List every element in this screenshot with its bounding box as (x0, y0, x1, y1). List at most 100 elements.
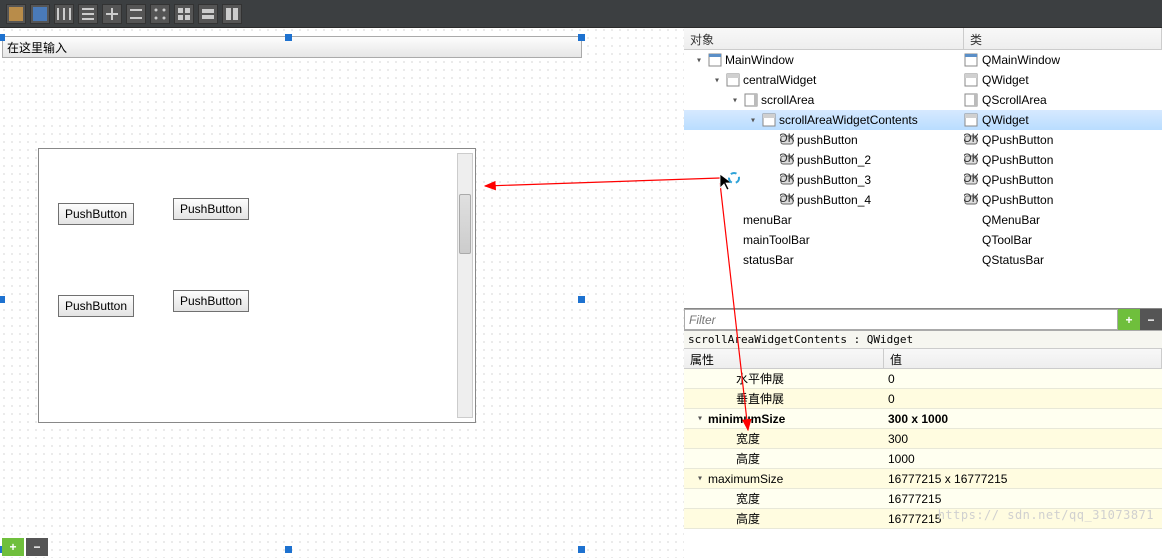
property-editor: + − scrollAreaWidgetContents : QWidget 属… (684, 308, 1162, 558)
tree-row-centralWidget[interactable]: ▾centralWidgetQWidget (684, 70, 1162, 90)
property-name-label: minimumSize (708, 412, 785, 426)
scrollbar-thumb[interactable] (459, 194, 471, 254)
toolbar-button-9[interactable] (198, 4, 218, 24)
tree-row-pushButton_2[interactable]: OKpushButton_2OKQPushButton (684, 150, 1162, 170)
class-name-label: QWidget (982, 113, 1029, 127)
class-icon: OK (964, 153, 978, 167)
property-value-cell[interactable]: 16777215 x 16777215 (884, 472, 1162, 486)
property-value-cell[interactable]: 16777215 (884, 492, 1162, 506)
filter-row: + − (684, 309, 1162, 331)
property-row[interactable]: 水平伸展 0 (684, 369, 1162, 389)
svg-text:OK: OK (964, 193, 978, 205)
add-property-button[interactable]: + (1118, 309, 1140, 330)
property-row[interactable]: ▾maximumSize 16777215 x 16777215 (684, 469, 1162, 489)
property-value-cell[interactable]: 0 (884, 392, 1162, 406)
tree-row-MainWindow[interactable]: ▾MainWindowQMainWindow (684, 50, 1162, 70)
vertical-scrollbar[interactable] (457, 153, 473, 418)
toolbar-button-7[interactable] (150, 4, 170, 24)
selection-handle[interactable] (285, 546, 292, 553)
property-value-cell[interactable]: 300 x 1000 (884, 412, 1162, 426)
svg-text:OK: OK (780, 153, 794, 165)
expander-icon[interactable]: ▾ (729, 95, 741, 106)
property-expander-icon[interactable]: ▾ (694, 473, 706, 484)
svg-text:OK: OK (780, 173, 794, 185)
form-designer-canvas[interactable]: 在这里输入 PushButton PushButton PushButton P… (0, 28, 684, 558)
bottom-add-button[interactable]: + (2, 538, 24, 556)
class-name-label: QPushButton (982, 133, 1053, 147)
property-expander-icon[interactable]: ▾ (694, 413, 706, 424)
object-tree[interactable]: ▾MainWindowQMainWindow▾centralWidgetQWid… (684, 50, 1162, 310)
property-value-cell[interactable]: 16777215 (884, 512, 1162, 526)
tree-row-statusBar[interactable]: statusBarQStatusBar (684, 250, 1162, 270)
remove-property-button[interactable]: − (1140, 309, 1162, 330)
class-name-label: QPushButton (982, 193, 1053, 207)
selection-handle[interactable] (578, 546, 585, 553)
tree-row-menuBar[interactable]: menuBarQMenuBar (684, 210, 1162, 230)
property-value-cell[interactable]: 1000 (884, 452, 1162, 466)
object-name-label: statusBar (743, 253, 794, 267)
selection-handle[interactable] (285, 34, 292, 41)
toolbar-button-2[interactable] (30, 4, 50, 24)
class-icon (964, 213, 978, 227)
property-row[interactable]: 宽度 300 (684, 429, 1162, 449)
property-row[interactable]: 宽度16777215 (684, 489, 1162, 509)
class-icon (964, 93, 978, 107)
svg-text:OK: OK (964, 153, 978, 165)
toolbar-button-10[interactable] (222, 4, 242, 24)
tree-row-pushButton_3[interactable]: OKpushButton_3OKQPushButton (684, 170, 1162, 190)
push-button-4[interactable]: PushButton (173, 290, 249, 312)
property-value-cell[interactable]: 0 (884, 372, 1162, 386)
object-icon (744, 93, 758, 107)
property-name-label: maximumSize (708, 472, 783, 486)
property-value-cell[interactable]: 300 (884, 432, 1162, 446)
property-name-label: 高度 (736, 510, 760, 527)
push-button-1[interactable]: PushButton (58, 203, 134, 225)
toolbar-button-3[interactable] (54, 4, 74, 24)
scroll-area-contents[interactable]: PushButton PushButton PushButton PushBut… (43, 153, 453, 418)
property-name-label: 水平伸展 (736, 370, 784, 387)
class-icon: OK (964, 133, 978, 147)
expander-icon[interactable]: ▾ (693, 55, 705, 66)
tree-header-class: 类 (964, 28, 1162, 49)
selection-handle[interactable] (578, 296, 585, 303)
toolbar-button-8[interactable] (174, 4, 194, 24)
cursor-busy-icon (718, 172, 740, 194)
class-icon (964, 113, 978, 127)
property-row[interactable]: ▾minimumSize 300 x 1000 (684, 409, 1162, 429)
filter-input[interactable] (684, 309, 1118, 330)
class-icon (964, 53, 978, 67)
push-button-3[interactable]: PushButton (58, 295, 134, 317)
toolbar-button-5[interactable] (102, 4, 122, 24)
selection-handle[interactable] (578, 34, 585, 41)
selection-handle[interactable] (0, 296, 5, 303)
toolbar-button-1[interactable] (6, 4, 26, 24)
selection-handle[interactable] (0, 34, 5, 41)
class-name-label: QWidget (982, 73, 1029, 87)
property-header: 属性 值 (684, 349, 1162, 369)
object-name-label: MainWindow (725, 53, 794, 67)
toolbar-button-6[interactable] (126, 4, 146, 24)
window-title-input[interactable]: 在这里输入 (2, 36, 582, 58)
tree-row-scrollAreaWidgetContents[interactable]: ▾scrollAreaWidgetContentsQWidget (684, 110, 1162, 130)
tree-row-pushButton_4[interactable]: OKpushButton_4OKQPushButton (684, 190, 1162, 210)
tree-header-object: 对象 (684, 28, 964, 49)
property-name-label: 宽度 (736, 430, 760, 447)
tree-row-scrollArea[interactable]: ▾scrollAreaQScrollArea (684, 90, 1162, 110)
property-rows[interactable]: 水平伸展0垂直伸展0▾minimumSize300 x 1000宽度300高度1… (684, 369, 1162, 529)
class-name-label: QPushButton (982, 153, 1053, 167)
tree-row-pushButton[interactable]: OKpushButtonOKQPushButton (684, 130, 1162, 150)
bottom-remove-button[interactable]: − (26, 538, 48, 556)
object-icon (762, 113, 776, 127)
object-icon: OK (780, 193, 794, 207)
property-row[interactable]: 垂直伸展0 (684, 389, 1162, 409)
property-header-value: 值 (884, 349, 1162, 368)
class-icon (964, 233, 978, 247)
scroll-area-widget[interactable]: PushButton PushButton PushButton PushBut… (38, 148, 476, 423)
tree-row-mainToolBar[interactable]: mainToolBarQToolBar (684, 230, 1162, 250)
property-row[interactable]: 高度1000 (684, 449, 1162, 469)
property-row[interactable]: 高度 16777215 (684, 509, 1162, 529)
toolbar-button-4[interactable] (78, 4, 98, 24)
expander-icon[interactable]: ▾ (711, 75, 723, 86)
push-button-2[interactable]: PushButton (173, 198, 249, 220)
expander-icon[interactable]: ▾ (747, 115, 759, 126)
